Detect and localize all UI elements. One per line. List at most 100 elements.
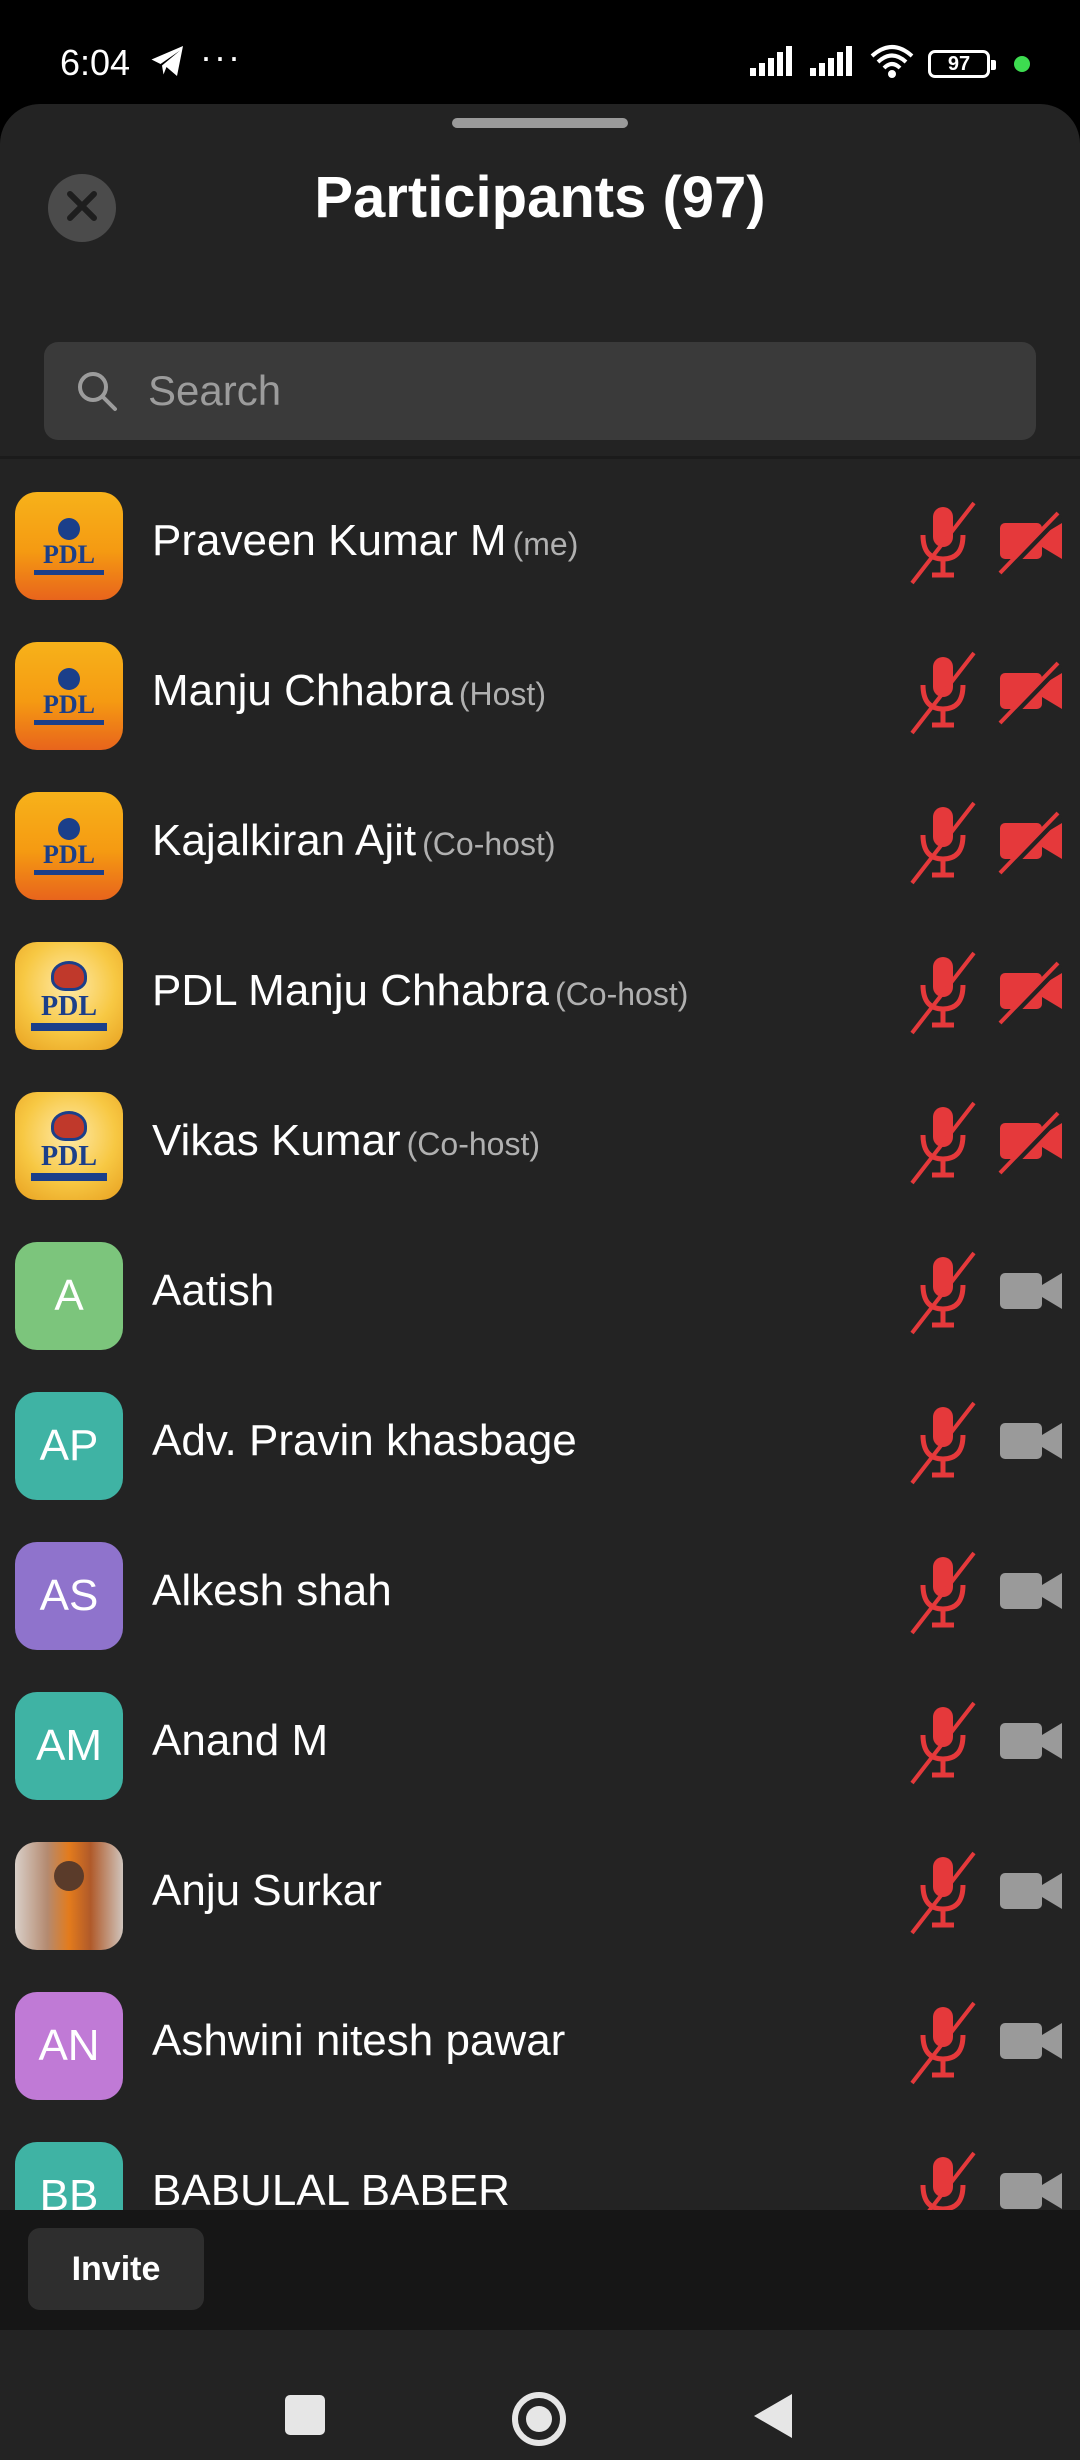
participant-name-text: Adv. Pravin khasbage [152,1416,577,1465]
participant-row[interactable]: AM Anand M [0,1659,1080,1809]
participant-name: Praveen Kumar M (me) [152,459,578,609]
participant-role: (Co-host) [406,1126,540,1162]
camera-off-icon[interactable] [998,1111,1064,1180]
camera-off-icon[interactable] [998,811,1064,880]
avatar: PDL [15,1092,123,1200]
search-bar[interactable] [44,342,1036,440]
mic-muted-icon[interactable] [908,951,978,1040]
camera-off-icon[interactable] [998,511,1064,580]
avatar: AN [15,1992,123,2100]
participant-row[interactable]: PDL Manju Chhabra (Host) [0,609,1080,759]
status-time: 6:04 [60,42,131,83]
participant-name-text: Alkesh shah [152,1566,392,1615]
participant-name-text: Vikas Kumar [152,1116,401,1165]
mic-muted-icon[interactable] [908,1851,978,1940]
avatar: PDL [15,942,123,1050]
participant-name: Aatish [152,1209,274,1359]
participant-role: (Co-host) [555,976,689,1012]
participant-name: Manju Chhabra (Host) [152,609,546,759]
participant-row[interactable]: PDL PDL Manju Chhabra (Co-host) [0,909,1080,1059]
avatar: A [15,1242,123,1350]
participant-row[interactable]: AP Adv. Pravin khasbage [0,1359,1080,1509]
camera-icon[interactable] [998,1711,1064,1780]
mic-muted-icon[interactable] [908,2001,978,2090]
camera-off-icon[interactable] [998,661,1064,730]
participant-name-text: Anand M [152,1716,329,1765]
participant-row[interactable]: AN Ashwini nitesh pawar [0,1959,1080,2109]
mic-muted-icon[interactable] [908,651,978,740]
avatar: PDL [15,492,123,600]
participant-row[interactable]: AS Alkesh shah [0,1509,1080,1659]
participant-name-text: Kajalkiran Ajit [152,816,417,865]
participant-name: Anju Surkar [152,1809,382,1959]
mic-muted-icon[interactable] [908,801,978,890]
participant-role: (Host) [458,676,546,712]
participant-row[interactable]: Anju Surkar [0,1809,1080,1959]
participant-row[interactable]: A Aatish [0,1209,1080,1359]
participant-name: Adv. Pravin khasbage [152,1359,577,1509]
avatar-logo-text: PDL [43,839,95,869]
camera-off-icon[interactable] [998,961,1064,1030]
camera-icon[interactable] [998,1261,1064,1330]
participant-name: PDL Manju Chhabra (Co-host) [152,909,688,1059]
avatar: PDL [15,792,123,900]
avatar: BB [15,2142,123,2214]
camera-icon[interactable] [998,2161,1064,2214]
telegram-icon [150,44,186,83]
invite-button[interactable]: Invite [28,2228,204,2310]
avatar-logo-text: PDL [41,991,97,1022]
camera-icon[interactable] [998,1411,1064,1480]
recents-button[interactable] [285,2395,325,2435]
avatar [15,1842,123,1950]
battery-icon: 97 [928,49,996,78]
participant-row[interactable]: PDL Praveen Kumar M (me) [0,459,1080,609]
mic-muted-icon[interactable] [908,1251,978,1340]
participant-name-text: PDL Manju Chhabra [152,966,550,1015]
participant-name-text: Ashwini nitesh pawar [152,2016,566,2065]
participant-name-text: Anju Surkar [152,1866,382,1915]
camera-icon[interactable] [998,2011,1064,2080]
signal-icon [750,46,796,81]
home-button[interactable] [512,2392,566,2446]
avatar: PDL [15,642,123,750]
participant-name: Alkesh shah [152,1509,392,1659]
mic-muted-icon[interactable] [908,1101,978,1190]
camera-icon[interactable] [998,1561,1064,1630]
footer-bar: Invite [0,2210,1080,2330]
mic-muted-icon[interactable] [908,1701,978,1790]
mic-muted-icon[interactable] [908,1551,978,1640]
participant-row[interactable]: BB BABULAL BABER [0,2109,1080,2214]
participant-name-text: Manju Chhabra [152,666,453,715]
search-input[interactable] [148,342,1008,440]
participant-name: Ashwini nitesh pawar [152,1959,565,2109]
privacy-indicator-dot [1014,55,1030,72]
avatar: AS [15,1542,123,1650]
participant-row[interactable]: PDL Vikas Kumar (Co-host) [0,1059,1080,1209]
back-button[interactable] [754,2394,792,2438]
participants-sheet: Participants (97) PDL Praveen Kumar M(me)… [0,104,1080,2330]
mic-muted-icon[interactable] [908,1401,978,1490]
participant-name: BABULAL BABER [152,2109,510,2214]
participant-name: Vikas Kumar (Co-host) [152,1059,540,1209]
participant-name-text: BABULAL BABER [152,2166,510,2214]
drag-handle[interactable] [452,118,628,128]
mic-muted-icon[interactable] [908,2151,978,2214]
system-nav-bar [0,2330,1080,2460]
participant-name-text: Praveen Kumar M [152,516,507,565]
participant-name: Anand M [152,1659,328,1809]
camera-icon[interactable] [998,1861,1064,1930]
participant-row[interactable]: PDL Kajalkiran Ajit (Co-host) [0,759,1080,909]
wifi-icon [870,44,914,83]
page-title: Participants (97) [314,165,766,230]
more-notifications-icon: ··· [200,36,242,77]
status-bar: 6:04 ··· 97 [0,0,1080,104]
avatar: AM [15,1692,123,1800]
participant-name: Kajalkiran Ajit (Co-host) [152,759,556,909]
avatar-logo-text: PDL [43,539,95,569]
mic-muted-icon[interactable] [908,501,978,590]
participant-role: (Co-host) [422,826,556,862]
search-icon [74,368,120,419]
participant-list[interactable]: PDL Praveen Kumar M (me) PDL Manju Chhabra(… [0,459,1080,2214]
participant-role: (me) [512,526,579,562]
participant-name-text: Aatish [152,1266,275,1315]
